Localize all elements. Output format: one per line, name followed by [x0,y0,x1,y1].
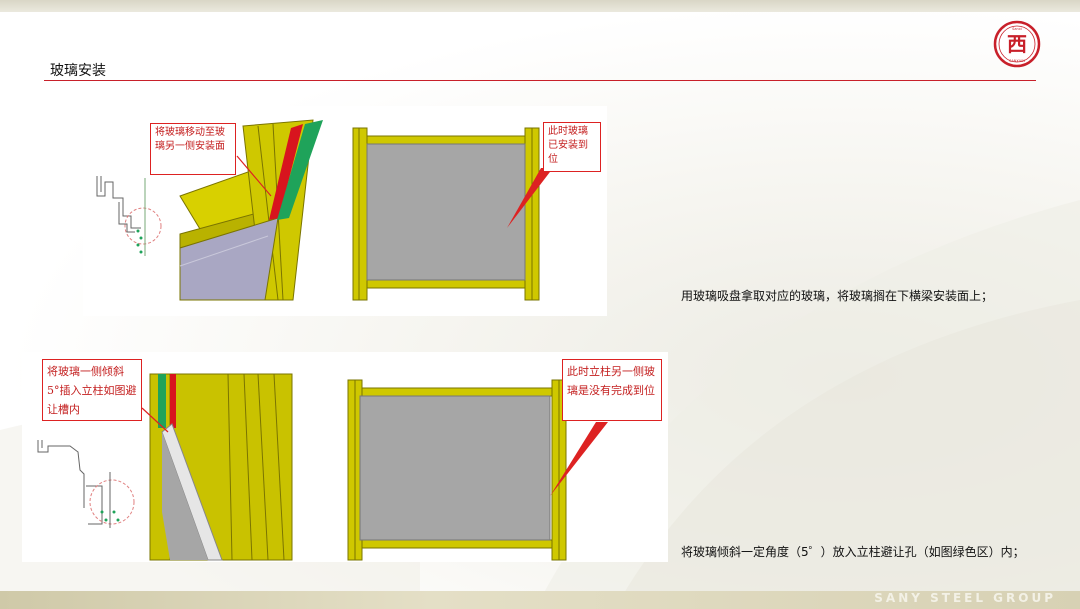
title-divider [44,80,1036,81]
step1-description: 用玻璃吸盘拿取对应的玻璃，将玻璃搁在下横梁安装面上； [681,289,994,303]
page-title: 玻璃安装 [50,63,106,79]
logo-top-text: Sanxi [1012,27,1022,31]
step2-callout-right: 此时立柱另一侧玻璃是没有完成到位 [562,359,662,421]
step2-image-panel: 将玻璃一侧倾斜 5°插入立柱如图避让槽内 此时立柱另一侧玻璃是没有完成到位 [22,352,668,562]
step1-callout-right: 此时玻璃已安装到位 [543,122,601,172]
step2-description: 将玻璃倾斜一定角度（5゜）放入立柱避让孔（如图绿色区）内； [681,545,1025,559]
profile-section-sketch-2 [37,440,135,528]
slide: 玻璃安装 西 Sanxi SANXIAN 将玻璃移动至玻璃另一侧安装面 此时玻璃… [0,0,1080,609]
profile-section-sketch [96,176,162,256]
step1-callout-left: 将玻璃移动至玻璃另一侧安装面 [150,123,236,175]
logo-glyph: 西 [1007,32,1027,56]
step1-image-panel: 将玻璃移动至玻璃另一侧安装面 此时玻璃已安装到位 [83,106,607,316]
logo-bottom-text: SANXIAN [1009,59,1025,63]
step2-callout-left: 将玻璃一侧倾斜 5°插入立柱如图避让槽内 [42,359,142,421]
footer-watermark: SANY STEEL GROUP [874,591,1056,605]
company-logo: 西 Sanxi SANXIAN [993,20,1041,68]
